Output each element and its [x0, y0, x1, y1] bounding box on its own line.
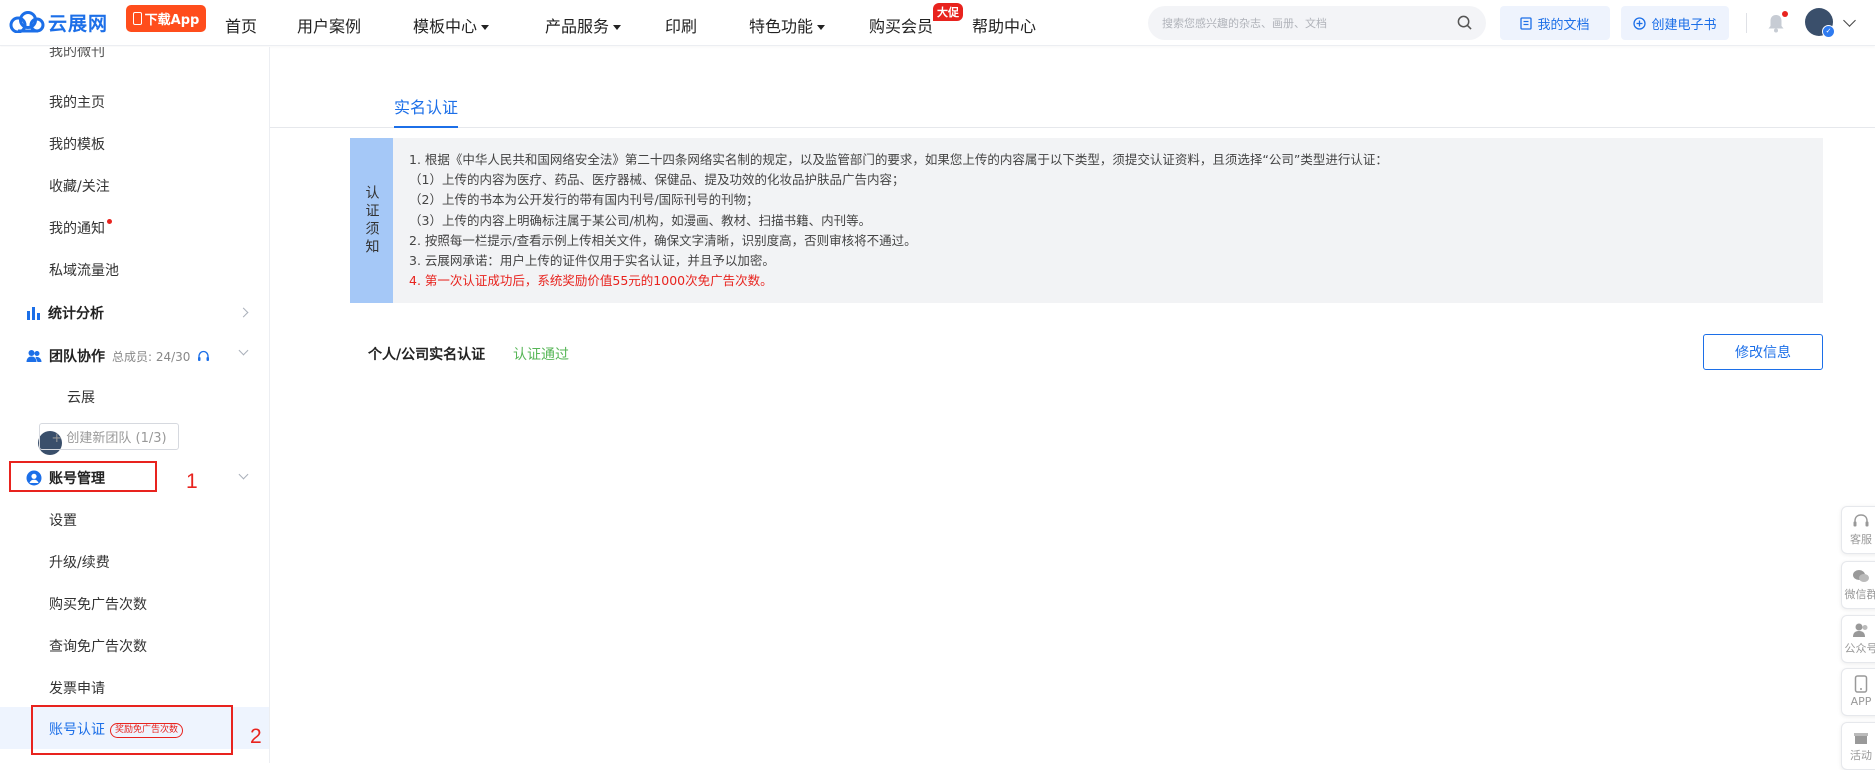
- annotation-number-2: 2: [250, 725, 262, 749]
- float-label: 客服: [1850, 531, 1872, 547]
- verified-icon: ✓: [1822, 25, 1835, 38]
- sidebar-item-partial[interactable]: 我的微刊: [49, 47, 105, 61]
- my-docs-button[interactable]: 我的文档: [1500, 6, 1610, 40]
- notice-line-reward: 4. 第一次认证成功后，系统奖励价值55元的1000次免广告次数。: [409, 271, 1388, 291]
- nav-buy-vip[interactable]: 购买会员: [869, 13, 933, 37]
- sidebar-item-homepage[interactable]: 我的主页: [49, 92, 105, 112]
- create-ebook-button[interactable]: 创建电子书: [1621, 6, 1729, 40]
- float-official-account[interactable]: 公众号: [1841, 615, 1875, 663]
- create-team-button[interactable]: + 创建新团队 (1/3): [39, 423, 179, 450]
- nav-user-cases[interactable]: 用户案例: [297, 13, 361, 37]
- nav-template-center[interactable]: 模板中心: [413, 13, 489, 37]
- document-icon: [1520, 17, 1532, 30]
- sidebar-item-settings[interactable]: 设置: [49, 510, 77, 530]
- notification-dot: [1782, 11, 1788, 17]
- notice-line: 1. 根据《中华人民共和国网络安全法》第二十四条网络实名制的规定，以及监管部门的…: [409, 150, 1388, 170]
- chevron-down-icon[interactable]: [239, 470, 249, 480]
- logo-text: 云展网: [48, 9, 108, 36]
- sidebar-item-upgrade[interactable]: 升级/续费: [49, 552, 110, 572]
- site-logo[interactable]: 云展网: [9, 9, 108, 35]
- top-navbar: 云展网 下载App 首页 用户案例 模板中心 产品服务 印刷 特色功能 购买会员…: [0, 0, 1875, 46]
- sidebar-group-team[interactable]: 团队协作 总成员: 24/30: [26, 346, 210, 366]
- download-app-button[interactable]: 下载App: [126, 5, 206, 32]
- nav-features[interactable]: 特色功能: [749, 13, 825, 37]
- float-app[interactable]: APP: [1841, 668, 1875, 716]
- plus-circle-icon: [1633, 17, 1646, 30]
- sidebar: 我的微刊 我的主页 我的模板 收藏/关注 我的通知 私域流量池 统计分析 团队协…: [0, 47, 270, 763]
- sidebar-item-templates[interactable]: 我的模板: [49, 134, 105, 154]
- cloud-logo-icon: [9, 11, 45, 33]
- nav-home[interactable]: 首页: [225, 13, 257, 37]
- float-label: 微信群: [1845, 586, 1875, 602]
- edit-info-button[interactable]: 修改信息: [1703, 334, 1823, 370]
- headset-icon[interactable]: [197, 350, 210, 363]
- annotation-number-1: 1: [186, 470, 198, 494]
- notice-line: （1）上传的内容为医疗、药品、医疗器械、保健品、提及功效的化妆品护肤品广告内容；: [409, 170, 1388, 190]
- sidebar-item-query-adfree[interactable]: 查询免广告次数: [49, 636, 147, 656]
- my-docs-label: 我的文档: [1537, 14, 1589, 33]
- notice-title-bar: 认证须知: [350, 138, 393, 303]
- notice-line: （2）上传的书本为公开发行的带有国内刊号/国际刊号的刊物；: [409, 190, 1388, 210]
- search-icon[interactable]: [1457, 15, 1472, 30]
- team-name[interactable]: 云展: [67, 387, 95, 407]
- download-app-label: 下载App: [145, 9, 200, 28]
- phone-icon: [133, 12, 142, 25]
- nav-help[interactable]: 帮助中心: [972, 13, 1036, 37]
- annotation-box-1: [9, 461, 157, 492]
- team-icon: [26, 349, 42, 363]
- search-box: [1148, 6, 1486, 40]
- float-customer-service[interactable]: 客服: [1841, 506, 1875, 554]
- sidebar-item-buy-adfree[interactable]: 购买免广告次数: [49, 594, 147, 614]
- bar-chart-icon: [26, 306, 41, 320]
- chevron-down-icon[interactable]: [239, 346, 249, 356]
- nav-print[interactable]: 印刷: [665, 13, 697, 37]
- caret-down-icon: [817, 25, 825, 30]
- nav-products[interactable]: 产品服务: [545, 13, 621, 37]
- sidebar-item-private-traffic[interactable]: 私域流量池: [49, 260, 119, 280]
- float-label: APP: [1851, 695, 1872, 708]
- notice-content: 1. 根据《中华人民共和国网络安全法》第二十四条网络实名制的规定，以及监管部门的…: [409, 150, 1388, 291]
- sidebar-item-invoice[interactable]: 发票申请: [49, 678, 105, 698]
- notice-line: 3. 云展网承诺：用户上传的证件仅用于实名认证，并且予以加密。: [409, 251, 1388, 271]
- auth-type-label: 个人/公司实名认证: [368, 344, 485, 364]
- create-ebook-label: 创建电子书: [1651, 14, 1716, 33]
- gift-icon: [1853, 729, 1869, 745]
- annotation-box-2: [31, 705, 233, 755]
- tab-real-name-auth[interactable]: 实名认证: [394, 94, 458, 128]
- float-wechat-group[interactable]: 微信群: [1841, 561, 1875, 609]
- notification-dot: [107, 219, 112, 224]
- search-input[interactable]: [1148, 6, 1438, 40]
- team-member-count: 总成员: 24/30: [112, 348, 190, 365]
- sidebar-group-stats[interactable]: 统计分析: [26, 303, 104, 323]
- promo-badge: 大促: [933, 3, 963, 21]
- sidebar-item-notifications[interactable]: 我的通知: [49, 218, 112, 238]
- chevron-right-icon[interactable]: [239, 308, 249, 318]
- users-icon: [1852, 622, 1870, 638]
- tab-bar: 实名认证: [270, 80, 1875, 128]
- wechat-icon: [1852, 568, 1870, 584]
- float-label: 公众号: [1845, 640, 1875, 656]
- caret-down-icon: [613, 25, 621, 30]
- caret-down-icon: [481, 25, 489, 30]
- stats-group-label: 统计分析: [48, 303, 104, 323]
- sidebar-item-favorites[interactable]: 收藏/关注: [49, 176, 110, 196]
- divider: [1746, 13, 1747, 33]
- headset-icon: [1852, 513, 1870, 529]
- team-group-label: 团队协作: [49, 346, 105, 366]
- auth-notice-panel: 认证须知 1. 根据《中华人民共和国网络安全法》第二十四条网络实名制的规定，以及…: [350, 138, 1823, 303]
- notice-line: （3）上传的内容上明确标注属于某公司/机构，如漫画、教材、扫描书籍、内刊等。: [409, 211, 1388, 231]
- auth-status: 认证通过: [513, 344, 569, 364]
- mobile-icon: [1854, 675, 1868, 693]
- notice-title: 认证须知: [362, 185, 382, 257]
- float-label: 活动: [1850, 747, 1872, 763]
- chevron-down-icon[interactable]: [1843, 14, 1856, 27]
- notice-line: 2. 按照每一栏提示/查看示例上传相关文件，确保文字清晰，识别度高，否则审核将不…: [409, 231, 1388, 251]
